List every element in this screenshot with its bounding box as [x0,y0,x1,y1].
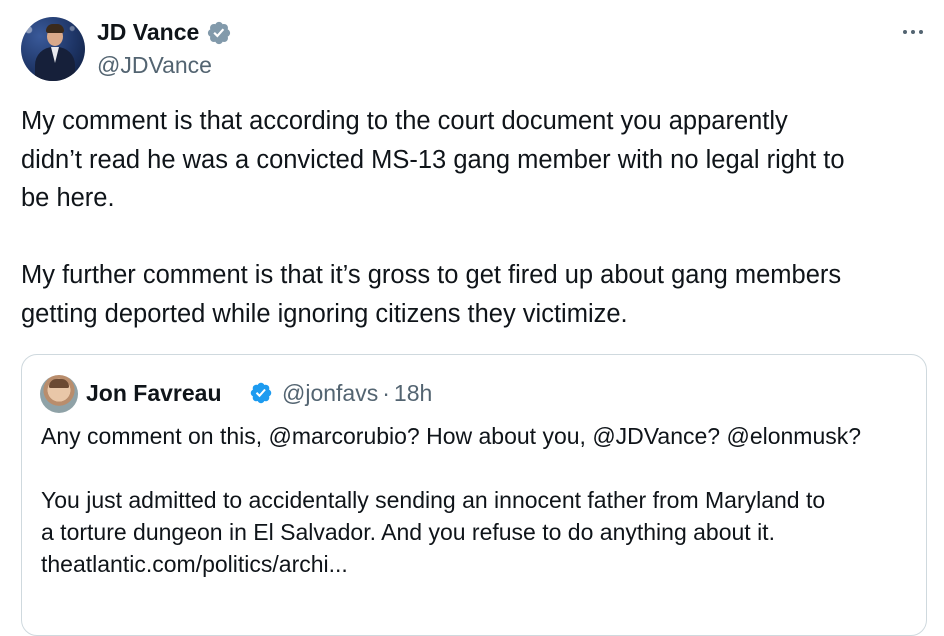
verified-badge-icon [250,382,272,404]
quoted-meta: @jonfavs · 18h [282,377,432,409]
tweet-paragraph-2: My further comment is that it’s gross to… [21,261,842,328]
meta-separator: · [382,380,390,406]
tweet-paragraph-1: My comment is that according to the cour… [21,107,845,212]
quoted-timestamp[interactable]: 18h [394,380,432,406]
quoted-author-avatar[interactable] [40,375,78,413]
quoted-line-1: Any comment on this, @marcorubio? How ab… [41,423,862,449]
author-handle[interactable]: @JDVance [97,49,212,81]
verified-badge-icon [207,21,231,45]
quoted-tweet-text: Any comment on this, @marcorubio? How ab… [41,420,911,580]
author-name[interactable]: JD Vance [97,16,199,48]
quoted-link[interactable]: theatlantic.com/politics/archi... [41,548,911,580]
quoted-author-name[interactable]: Jon Favreau [86,377,222,409]
more-options-icon[interactable] [896,20,930,44]
quoted-line-3: a torture dungeon in El Salvador. And yo… [41,519,775,545]
quoted-tweet-card[interactable]: Jon Favreau @jonfavs · 18h Any comment on … [21,354,927,636]
author-avatar[interactable] [21,17,85,81]
quoted-author-handle[interactable]: @jonfavs [282,380,378,406]
quoted-line-2: You just admitted to accidentally sendin… [41,487,826,513]
tweet-text: My comment is that according to the cour… [21,102,936,333]
